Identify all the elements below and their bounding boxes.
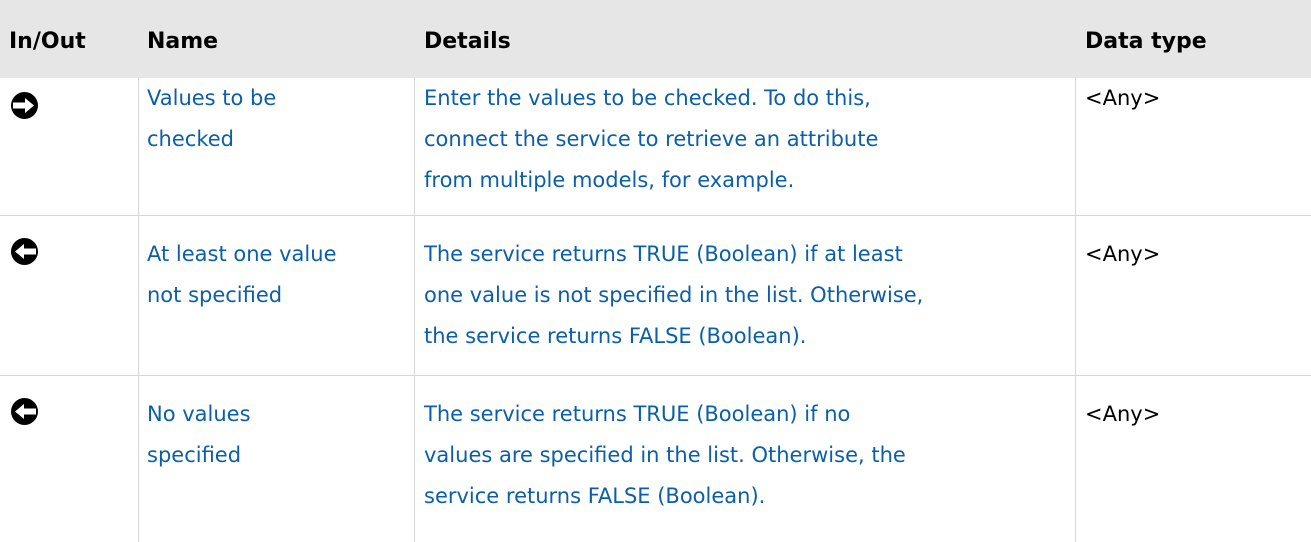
details-line: one value is not specified in the list. … [424,283,924,307]
header-name: Name [147,29,219,54]
output-arrow-icon [11,238,38,265]
name-line: not specified [147,283,283,307]
row-datatype: <Any> [1085,242,1161,266]
name-line: specified [147,443,242,467]
table-row: Values to be checked Enter the values to… [0,78,1311,215]
details-line: the service returns FALSE (Boolean). [424,324,807,348]
details-line: The service returns TRUE (Boolean) if at… [424,242,903,266]
details-line: connect the service to retrieve an attri… [424,127,879,151]
details-line: The service returns TRUE (Boolean) if no [424,402,851,426]
name-line: checked [147,127,234,151]
details-line: values are specified in the list. Otherw… [424,443,906,467]
row-details: Enter the values to be checked. To do th… [424,78,878,201]
row-datatype: <Any> [1085,402,1161,426]
details-line: Enter the values to be checked. To do th… [424,86,871,110]
details-line: service returns FALSE (Boolean). [424,484,766,508]
name-line: No values [147,402,251,426]
input-arrow-icon [11,92,38,119]
row-name: No values specified [147,394,251,476]
row-name: Values to be checked [147,78,276,160]
header-datatype: Data type [1085,29,1207,54]
row-datatype: <Any> [1085,86,1161,110]
table-row: At least one value not specified The ser… [0,216,1311,375]
table-header: In/Out Name Details Data type [0,0,1311,78]
row-details: The service returns TRUE (Boolean) if at… [424,234,923,357]
table-row: No values specified The service returns … [0,376,1311,542]
name-line: Values to be [147,86,277,110]
header-details: Details [424,29,511,54]
parameters-table: In/Out Name Details Data type Values to … [0,0,1311,542]
output-arrow-icon [11,398,38,425]
row-details: The service returns TRUE (Boolean) if no… [424,394,906,517]
row-name: At least one value not specified [147,234,337,316]
header-inout: In/Out [9,29,86,54]
details-line: from multiple models, for example. [424,168,795,192]
name-line: At least one value [147,242,337,266]
